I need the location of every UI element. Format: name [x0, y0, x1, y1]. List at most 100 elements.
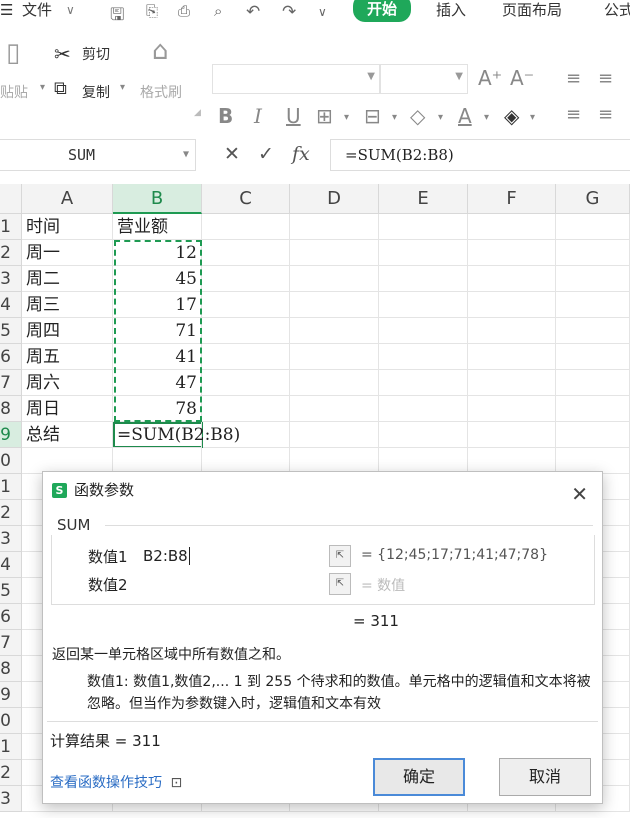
cancel-button[interactable]: 取消 — [499, 758, 591, 796]
cell[interactable]: 周二 — [22, 266, 113, 292]
cell[interactable] — [290, 422, 379, 448]
row-header[interactable]: 5 — [0, 318, 22, 344]
cell[interactable]: 周三 — [22, 292, 113, 318]
paste-button[interactable]: 贴贴 — [0, 82, 28, 102]
fill-color-icon[interactable]: ◇ — [410, 104, 425, 128]
cell[interactable] — [290, 344, 379, 370]
cell[interactable] — [468, 396, 556, 422]
cell[interactable]: 71 — [113, 318, 202, 344]
cell[interactable] — [290, 396, 379, 422]
row-header[interactable]: 0 — [0, 708, 22, 734]
cell[interactable]: 周一 — [22, 240, 113, 266]
row-header[interactable]: 3 — [0, 786, 22, 812]
align-top-icon[interactable]: ≡ — [566, 68, 581, 89]
row-header[interactable]: 2 — [0, 500, 22, 526]
chevron-down-icon[interactable]: ▾ — [530, 112, 535, 123]
row-header[interactable]: 8 — [0, 656, 22, 682]
cell[interactable] — [468, 422, 556, 448]
font-shrink-icon[interactable]: A⁻ — [510, 66, 534, 90]
cell[interactable]: 12 — [113, 240, 202, 266]
chevron-down-icon[interactable]: ▾ — [484, 112, 489, 123]
close-icon[interactable]: ✕ — [571, 476, 588, 512]
formula-input[interactable]: =SUM(B2:B8) — [330, 139, 630, 171]
column-header-d[interactable]: D — [290, 184, 379, 214]
cell[interactable]: 周五 — [22, 344, 113, 370]
arg1-input[interactable]: B2:B8​ — [139, 544, 325, 568]
row-header[interactable]: 7 — [0, 630, 22, 656]
align-middle-icon[interactable]: ≡ — [598, 68, 613, 89]
confirm-icon[interactable]: ✓ — [258, 143, 274, 165]
cell[interactable] — [468, 370, 556, 396]
row-header[interactable]: 1 — [0, 734, 22, 760]
row-header[interactable]: 2 — [0, 760, 22, 786]
cell[interactable] — [290, 240, 379, 266]
row-header[interactable]: 9 — [0, 422, 22, 448]
cell[interactable] — [379, 292, 468, 318]
cell[interactable] — [556, 422, 630, 448]
column-header-b[interactable]: B — [113, 184, 202, 214]
cell[interactable]: 17 — [113, 292, 202, 318]
row-header[interactable]: 3 — [0, 526, 22, 552]
chevron-down-icon[interactable]: ∨ — [66, 0, 75, 20]
cell[interactable]: 78 — [113, 396, 202, 422]
align-center-icon[interactable]: ≡ — [598, 104, 613, 125]
cell[interactable] — [379, 240, 468, 266]
dialog-titlebar[interactable]: S 函数参数 ✕ — [43, 472, 602, 508]
align-left-icon[interactable]: ≡ — [566, 104, 581, 125]
row-header[interactable]: 6 — [0, 604, 22, 630]
font-size-select[interactable]: ▼ — [380, 64, 468, 94]
cell[interactable]: 47 — [113, 370, 202, 396]
column-header-g[interactable]: G — [556, 184, 630, 214]
cell[interactable] — [556, 396, 630, 422]
cell[interactable]: 41 — [113, 344, 202, 370]
file-menu[interactable]: 文件 — [22, 0, 52, 20]
cell[interactable] — [379, 370, 468, 396]
column-header-c[interactable]: C — [202, 184, 290, 214]
chevron-down-icon[interactable]: ▾ — [344, 112, 349, 123]
cancel-icon[interactable]: ✕ — [224, 143, 240, 165]
menu-icon[interactable]: ☰ — [0, 0, 13, 20]
cut-button[interactable]: 剪切 — [82, 44, 110, 64]
row-header[interactable]: 9 — [0, 682, 22, 708]
cell[interactable] — [468, 240, 556, 266]
underline-icon[interactable]: U — [286, 104, 301, 128]
chevron-down-icon[interactable]: ∨ — [318, 5, 327, 19]
cell[interactable]: 周六 — [22, 370, 113, 396]
cell[interactable] — [556, 240, 630, 266]
cell[interactable] — [290, 292, 379, 318]
cell[interactable] — [290, 266, 379, 292]
paste-icon[interactable]: ▯ — [6, 38, 20, 68]
cell[interactable] — [379, 318, 468, 344]
row-header[interactable]: 6 — [0, 344, 22, 370]
chevron-down-icon[interactable]: ▾ — [438, 112, 443, 123]
row-header[interactable]: 8 — [0, 396, 22, 422]
export-icon[interactable]: ⎘ — [146, 2, 158, 20]
redo-icon[interactable]: ↷ — [282, 2, 296, 22]
row-header[interactable]: 3 — [0, 266, 22, 292]
cell[interactable] — [202, 240, 290, 266]
row-header[interactable]: 4 — [0, 552, 22, 578]
tab-insert[interactable]: 插入 — [436, 0, 466, 20]
range-select-icon[interactable]: ⇱ — [329, 573, 351, 595]
eraser-icon[interactable]: ◈ — [504, 104, 519, 128]
cell[interactable] — [379, 396, 468, 422]
column-header-a[interactable]: A — [22, 184, 113, 214]
format-painter-button[interactable]: 格式刷 — [140, 82, 182, 102]
cell[interactable] — [556, 292, 630, 318]
cell[interactable] — [202, 318, 290, 344]
chevron-down-icon[interactable]: ▾ — [120, 82, 125, 93]
cell[interactable] — [556, 344, 630, 370]
row-header[interactable]: 2 — [0, 240, 22, 266]
format-painter-icon[interactable]: ⌂ — [152, 36, 169, 66]
arg2-input[interactable] — [139, 572, 325, 596]
range-select-icon[interactable]: ⇱ — [329, 545, 351, 567]
row-header[interactable]: 1 — [0, 474, 22, 500]
function-tips-link[interactable]: 查看函数操作技巧 ⊡ — [50, 772, 182, 792]
font-name-select[interactable]: ▼ — [212, 64, 380, 94]
font-grow-icon[interactable]: A⁺ — [478, 66, 502, 90]
cell[interactable] — [468, 344, 556, 370]
cell[interactable] — [468, 292, 556, 318]
cell[interactable]: 周四 — [22, 318, 113, 344]
cell[interactable] — [202, 344, 290, 370]
cell[interactable] — [379, 422, 468, 448]
